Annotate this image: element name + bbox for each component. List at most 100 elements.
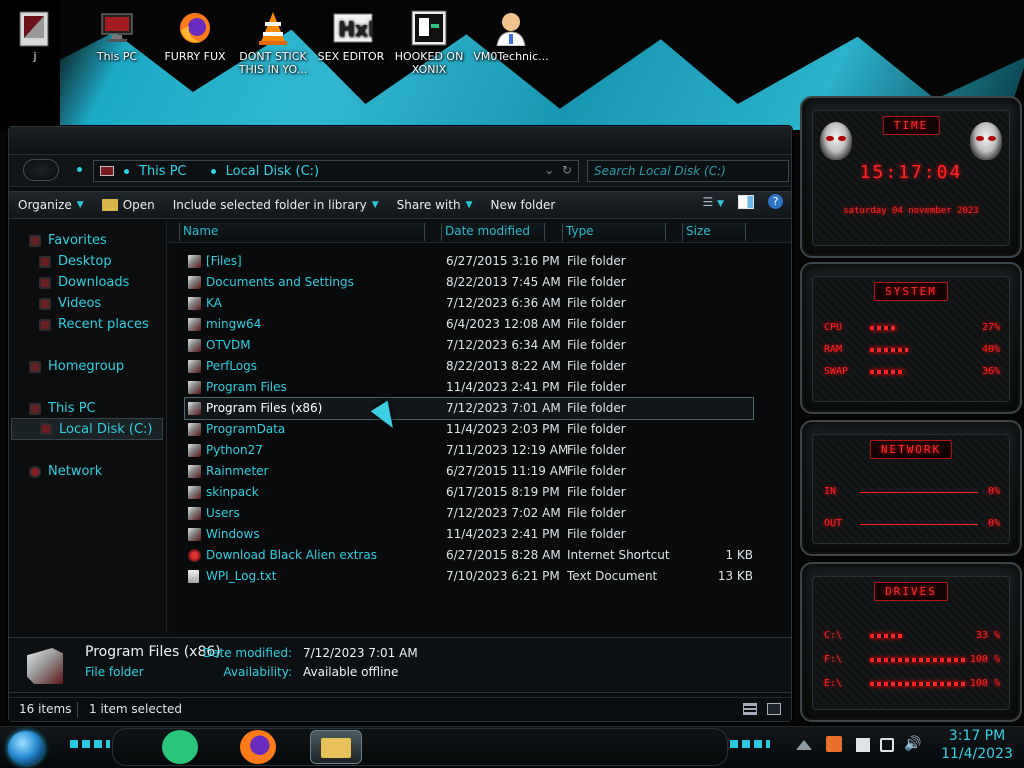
meter-bar — [870, 348, 908, 352]
computer-icon — [29, 402, 41, 415]
action-center-flag-icon[interactable] — [856, 738, 870, 752]
volume-icon[interactable]: 🔊 — [904, 736, 921, 752]
desktop-icon-firefox[interactable]: FURRY FUX — [156, 10, 234, 63]
hex-editor-icon: HxD — [333, 10, 384, 46]
table-row[interactable]: PerfLogs 8/22/2013 8:22 AM File folder — [169, 356, 791, 377]
downloads-icon — [39, 276, 51, 289]
notes-app-icon[interactable] — [162, 730, 198, 764]
refresh-icon[interactable]: ↻ — [562, 163, 572, 177]
include-in-library-button[interactable]: Include selected folder in library ▼ — [164, 193, 388, 217]
folder-icon — [188, 276, 201, 289]
meter-value: 100 % — [969, 678, 1000, 689]
show-hidden-icons-icon[interactable] — [796, 740, 812, 750]
chevron-down-icon[interactable]: ⌄ — [544, 163, 554, 177]
desktop-icon-label: SEX EDITOR — [317, 50, 385, 63]
desktop-icon-this-pc[interactable]: This PC — [78, 10, 156, 63]
details-view-icon[interactable] — [743, 703, 757, 715]
taskbar-clock[interactable]: 3:17 PM 11/4/2023 — [934, 727, 1020, 763]
file-name: Documents and Settings — [206, 275, 354, 289]
help-icon[interactable]: ? — [768, 194, 783, 209]
table-row[interactable]: skinpack 6/17/2015 8:19 PM File folder — [169, 482, 791, 503]
desktop-icon-user[interactable]: j — [0, 10, 70, 63]
nav-homegroup[interactable]: Homegroup — [29, 359, 124, 374]
desktop-icon-label: This PC — [96, 50, 138, 63]
recent-pages-dot[interactable] — [77, 167, 82, 172]
preview-pane-icon[interactable] — [738, 194, 754, 209]
column-header-type[interactable]: Type — [562, 223, 666, 241]
file-name: OTVDM — [206, 338, 251, 352]
drives-gadget: DRIVES C:\ 33 % F:\ 100 % E:\ 100 % — [800, 562, 1022, 722]
open-button[interactable]: Open — [93, 193, 164, 217]
table-row[interactable]: Users 7/12/2023 7:02 AM File folder — [169, 503, 791, 524]
share-with-button[interactable]: Share with ▼ — [388, 193, 482, 217]
search-input[interactable]: Search Local Disk (C:) — [587, 160, 789, 182]
new-folder-button[interactable]: New folder — [481, 193, 564, 217]
clock-time: 3:17 PM — [948, 728, 1006, 744]
desktop-icon-vlc[interactable]: DONT STICK THIS IN YO... — [234, 10, 312, 76]
breadcrumb-this-pc[interactable]: This PC — [139, 164, 187, 179]
network-tray-icon[interactable] — [880, 738, 894, 752]
folder-icon — [188, 465, 201, 478]
file-explorer-icon[interactable] — [310, 730, 362, 764]
desktop-icon-label: FURRY FUX — [164, 50, 226, 63]
nav-this-pc[interactable]: This PC — [29, 401, 96, 416]
table-row[interactable]: mingw64 6/4/2023 12:08 AM File folder — [169, 314, 791, 335]
column-header-name[interactable]: Name — [179, 223, 425, 241]
start-button[interactable] — [8, 731, 44, 765]
firefox-icon[interactable] — [240, 730, 276, 764]
address-controls[interactable]: ⌄ ↻ — [544, 163, 572, 177]
clock-date: 11/4/2023 — [941, 746, 1013, 762]
meter-bar — [870, 682, 966, 686]
nav-downloads[interactable]: Downloads — [39, 275, 129, 290]
view-options-icon[interactable]: ☰ ▼ — [703, 195, 725, 209]
breadcrumb-local-disk[interactable]: Local Disk (C:) — [226, 164, 319, 179]
nav-local-disk[interactable]: Local Disk (C:) — [11, 418, 163, 440]
videos-icon — [39, 297, 51, 310]
table-row[interactable]: Rainmeter 6/27/2015 11:19 AM File folder — [169, 461, 791, 482]
table-row[interactable]: [Files] 6/27/2015 3:16 PM File folder — [169, 251, 791, 272]
desktop-icon-hex-editor[interactable]: HxD SEX EDITOR — [312, 10, 390, 63]
file-date: 6/4/2023 12:08 AM — [446, 317, 561, 331]
nav-network[interactable]: Network — [29, 464, 102, 479]
table-row[interactable]: KA 7/12/2023 6:36 AM File folder — [169, 293, 791, 314]
table-row[interactable]: Program Files 11/4/2023 2:41 PM File folde… — [169, 377, 791, 398]
explorer-window[interactable]: This PC Local Disk (C:) ⌄ ↻ Search Local… — [8, 126, 792, 722]
breadcrumb-separator — [210, 168, 216, 174]
table-row-selected[interactable]: Program Files (x86) 7/12/2023 7:01 AM File… — [184, 397, 754, 420]
nav-recent-places[interactable]: Recent places — [39, 317, 149, 332]
gadget-title: SYSTEM — [874, 282, 948, 301]
desktop-icon-xonix[interactable]: HOOKED ON XONIX — [390, 10, 468, 76]
file-date: 6/27/2015 11:19 AM — [446, 464, 569, 478]
meter-value: 36% — [981, 366, 1000, 377]
table-row[interactable]: WPI_Log.txt 7/10/2023 6:21 PM Text Documen… — [169, 566, 791, 587]
nav-videos[interactable]: Videos — [39, 296, 101, 311]
file-type: File folder — [567, 380, 626, 394]
traffic-graph-line — [860, 492, 978, 493]
organize-button[interactable]: Organize ▼ — [9, 193, 93, 217]
table-row[interactable]: Windows 11/4/2023 2:41 PM File folder — [169, 524, 791, 545]
meter-label: C:\ — [824, 630, 843, 641]
column-header-date[interactable]: Date modified — [441, 223, 545, 241]
table-row[interactable]: OTVDM 7/12/2023 6:34 AM File folder — [169, 335, 791, 356]
desktop-icon-vm0[interactable]: VM0Technic... — [468, 10, 554, 63]
address-bar[interactable]: This PC Local Disk (C:) ⌄ ↻ — [93, 160, 579, 182]
chevron-down-icon: ▼ — [76, 200, 84, 210]
nav-favorites[interactable]: Favorites — [29, 233, 107, 248]
folder-icon — [188, 360, 201, 373]
table-row[interactable]: Documents and Settings 8/22/2013 7:45 AM F… — [169, 272, 791, 293]
tray-app-icon[interactable] — [826, 736, 842, 752]
table-row[interactable]: ProgramData 11/4/2023 2:03 PM File folder — [169, 419, 791, 440]
folder-thumbnail-icon — [27, 648, 63, 684]
nav-desktop[interactable]: Desktop — [39, 254, 112, 269]
navigation-pane: Favorites Desktop Downloads Videos Recen… — [9, 221, 167, 633]
table-row[interactable]: Python27 7/11/2023 12:19 AM File folder — [169, 440, 791, 461]
file-type: File folder — [567, 485, 626, 499]
back-forward-button[interactable] — [23, 159, 59, 181]
meter-bar — [870, 658, 966, 662]
file-name: Windows — [206, 527, 260, 541]
table-row[interactable]: Download Black Alien extras 6/27/2015 8:2… — [169, 545, 791, 566]
window-titlebar[interactable] — [9, 127, 791, 155]
nav-label: Local Disk (C:) — [59, 421, 153, 437]
large-icons-view-icon[interactable] — [767, 703, 781, 715]
column-header-size[interactable]: Size — [682, 223, 746, 241]
